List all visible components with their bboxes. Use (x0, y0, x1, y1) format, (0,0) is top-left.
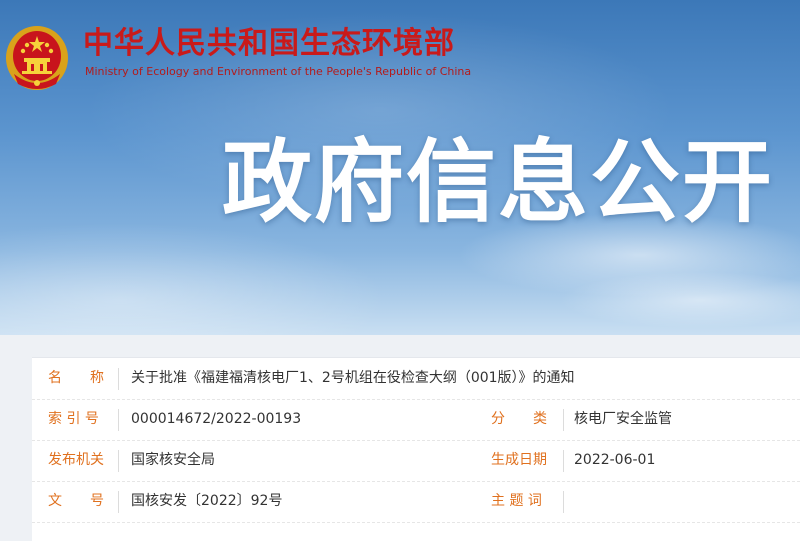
doc-no-label: 文 号 (48, 493, 104, 509)
index-no-label: 索 引 号 (48, 411, 99, 427)
ministry-name-cn[interactable]: 中华人民共和国生态环境部 (83, 26, 455, 62)
info-row-issuer: 发布机关 国家核安全局 生成日期 2022-06-01 (32, 440, 800, 482)
divider (118, 409, 119, 431)
issuer-label: 发布机关 (48, 452, 104, 468)
date-value: 2022-06-01 (574, 452, 656, 468)
issuer-value: 国家核安全局 (131, 452, 215, 468)
info-row-name: 名 称 关于批准《福建福清核电厂1、2号机组在役检查大纲（001版）》的通知 (32, 358, 800, 400)
index-no-value: 000014672/2022-00193 (131, 411, 302, 427)
subject-label: 主 题 词 (491, 493, 542, 509)
info-row-doc-no: 文 号 国核安发〔2022〕92号 主 题 词 (32, 481, 800, 523)
doc-no-value: 国核安发〔2022〕92号 (131, 493, 283, 509)
info-row-index: 索 引 号 000014672/2022-00193 分 类 核电厂安全监管 (32, 399, 800, 441)
divider (563, 491, 564, 513)
divider (563, 450, 564, 472)
category-label: 分 类 (491, 411, 547, 427)
divider (563, 409, 564, 431)
national-emblem-icon[interactable] (4, 22, 70, 92)
category-value: 核电厂安全监管 (574, 411, 672, 427)
name-value: 关于批准《福建福清核电厂1、2号机组在役检查大纲（001版）》的通知 (131, 370, 575, 386)
header-banner: 中华人民共和国生态环境部 Ministry of Ecology and Env… (0, 0, 800, 335)
divider (118, 450, 119, 472)
name-label: 名 称 (48, 370, 104, 386)
page-heading: 政府信息公开 (222, 130, 774, 235)
divider (118, 491, 119, 513)
divider (118, 368, 119, 390)
document-info-panel: 名 称 关于批准《福建福清核电厂1、2号机组在役检查大纲（001版）》的通知 索… (32, 357, 800, 541)
date-label: 生成日期 (491, 452, 547, 468)
ministry-name-en[interactable]: Ministry of Ecology and Environment of t… (85, 65, 471, 79)
